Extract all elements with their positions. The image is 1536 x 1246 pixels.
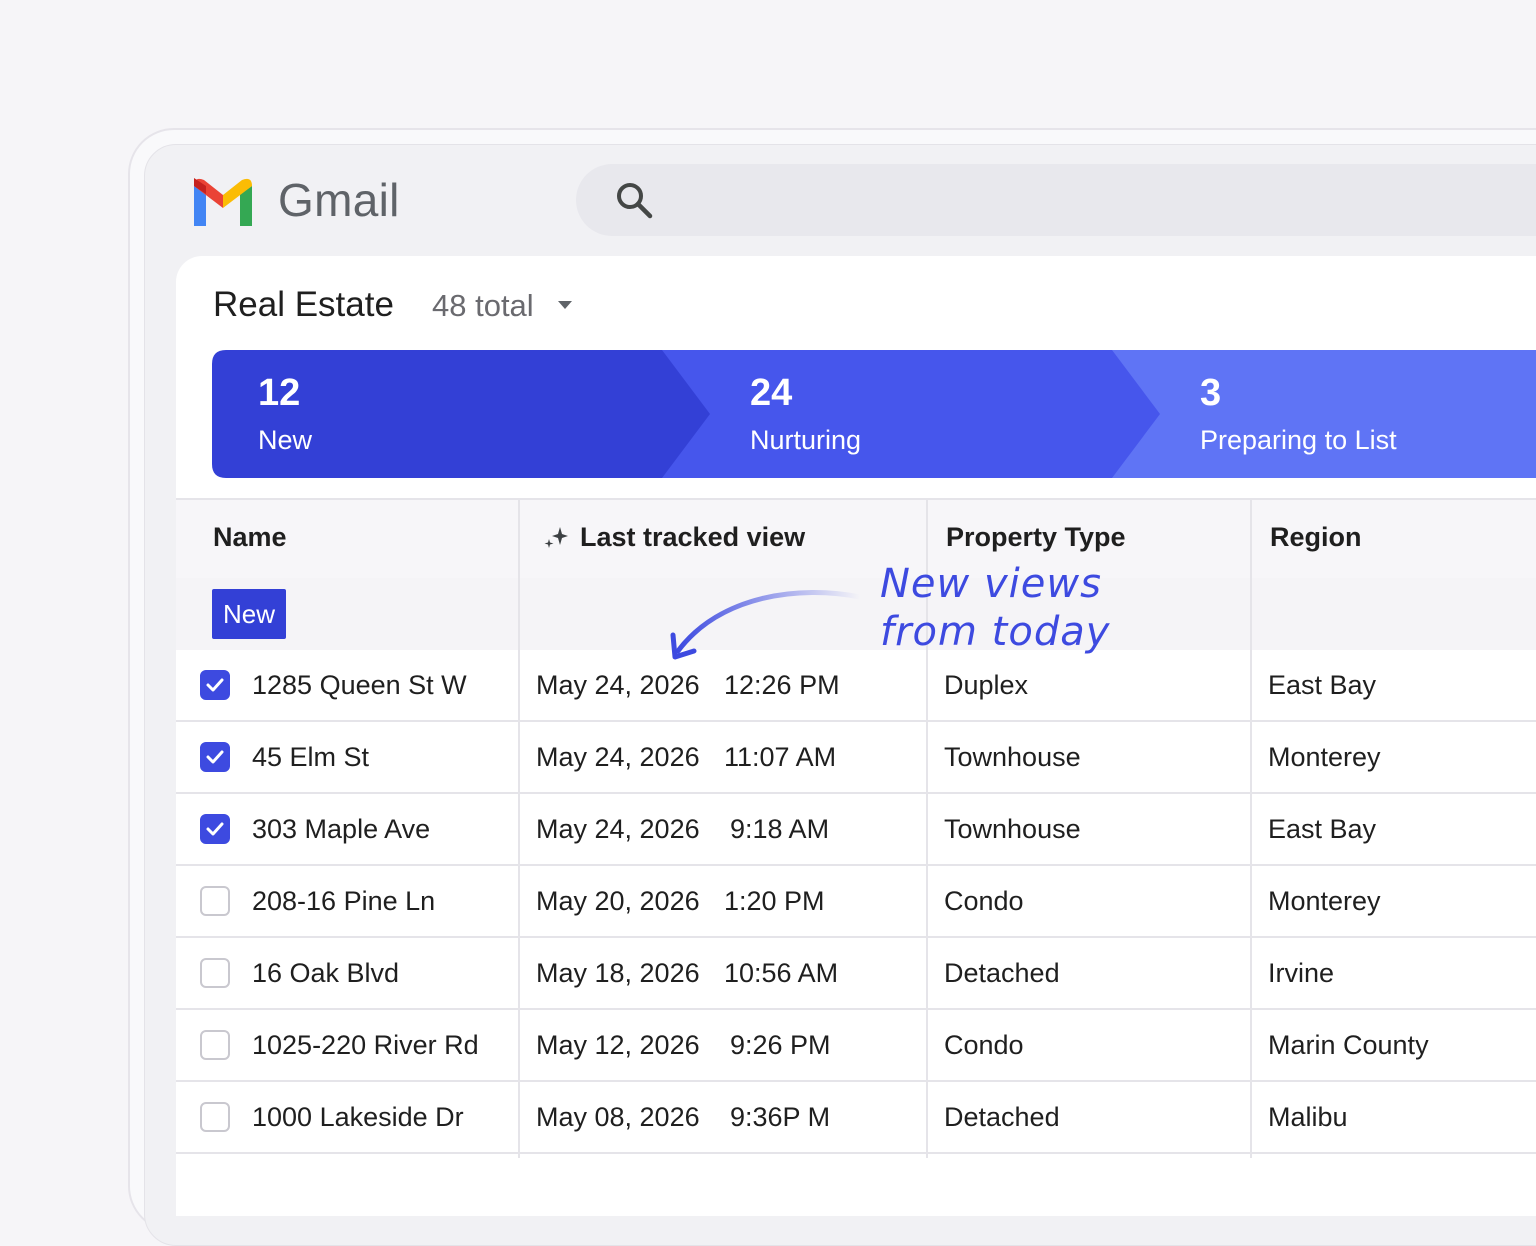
gmail-logo-icon[interactable] <box>190 174 256 226</box>
row-checkbox[interactable] <box>200 670 230 700</box>
table-row[interactable]: 208-16 Pine Ln May 20, 2026 1:20 PM Condo Mo… <box>176 866 1536 938</box>
stage-label: Preparing to List <box>1200 425 1397 455</box>
search-icon <box>617 183 653 219</box>
table-row[interactable]: 45 Elm St May 24, 2026 11:07 AM Townhouse Mo… <box>176 722 1536 794</box>
app-name: Gmail <box>278 174 400 226</box>
checkmark-icon <box>206 750 224 764</box>
cell-property-type: Duplex <box>944 670 1029 700</box>
cell-time: 10:56 AM <box>724 958 839 988</box>
annotation-line-2: from today <box>880 609 1111 655</box>
cell-date: May 18, 2026 <box>536 958 700 988</box>
stage-count: 3 <box>1200 372 1222 414</box>
stage-preparing-shape <box>1112 350 1536 478</box>
cell-region: Monterey <box>1268 886 1381 916</box>
sparkle-icon <box>544 527 568 548</box>
column-divider <box>518 498 520 1158</box>
cell-property-type: Townhouse <box>944 742 1081 772</box>
table-row[interactable]: 1000 Lakeside Dr May 08, 2026 9:36P M Detac… <box>176 1082 1536 1154</box>
chevron-down-icon[interactable] <box>556 299 574 311</box>
annotation-arrow-icon <box>670 590 863 660</box>
column-divider <box>1250 498 1252 1158</box>
checkmark-icon <box>206 822 224 836</box>
cell-name: 16 Oak Blvd <box>252 958 400 988</box>
cell-time: 9:18 AM <box>730 814 830 844</box>
cell-name: 1285 Queen St W <box>252 670 467 700</box>
row-checkbox[interactable] <box>200 886 230 916</box>
annotation-line-1: New views <box>880 561 1102 607</box>
cell-property-type: Condo <box>944 1030 1024 1060</box>
cell-region: Marin County <box>1268 1030 1429 1060</box>
stage-label: Nurturing <box>750 425 862 455</box>
cell-region: East Bay <box>1268 814 1377 844</box>
cell-time: 1:20 PM <box>724 886 825 916</box>
cell-time: 9:36P M <box>730 1102 831 1132</box>
stage-label: New <box>258 425 313 455</box>
row-checkbox[interactable] <box>200 1102 230 1132</box>
column-header-property-type[interactable]: Property Type <box>946 518 1126 556</box>
cell-time: 11:07 AM <box>724 742 837 772</box>
cell-date: May 12, 2026 <box>536 1030 700 1060</box>
row-checkbox[interactable] <box>200 742 230 772</box>
cell-name: 45 Elm St <box>252 742 370 772</box>
stage-count: 24 <box>750 372 793 414</box>
row-checkbox[interactable] <box>200 814 230 844</box>
cell-property-type: Townhouse <box>944 814 1081 844</box>
column-header-name[interactable]: Name <box>213 518 287 556</box>
cell-property-type: Detached <box>944 958 1060 988</box>
cell-region: Irvine <box>1268 958 1335 988</box>
cell-time: 12:26 PM <box>724 670 840 700</box>
cell-date: May 24, 2026 <box>536 742 700 772</box>
cell-date: May 24, 2026 <box>536 814 700 844</box>
row-checkbox[interactable] <box>200 958 230 988</box>
search-bar[interactable] <box>576 164 1536 236</box>
checkmark-icon <box>206 678 224 692</box>
column-header-region[interactable]: Region <box>1270 518 1362 556</box>
table-row[interactable]: 1025-220 River Rd May 12, 2026 9:26 PM Cond… <box>176 1010 1536 1082</box>
cell-name: 303 Maple Ave <box>252 814 431 844</box>
cell-date: May 08, 2026 <box>536 1102 700 1132</box>
cell-date: May 20, 2026 <box>536 886 700 916</box>
cell-name: 1000 Lakeside Dr <box>252 1102 464 1132</box>
cell-name: 208-16 Pine Ln <box>252 886 436 916</box>
stage-nurturing-shape <box>662 350 1160 478</box>
cell-region: Malibu <box>1268 1102 1348 1132</box>
cell-name: 1025-220 River Rd <box>252 1030 479 1060</box>
cell-property-type: Detached <box>944 1102 1060 1132</box>
page-title: Real Estate <box>213 285 394 324</box>
cell-property-type: Condo <box>944 886 1024 916</box>
pipeline-bar: 12 New 24 Nurturing 3 Preparing to List <box>212 350 1536 478</box>
cell-date: May 24, 2026 <box>536 670 700 700</box>
table-row[interactable]: 303 Maple Ave May 24, 2026 9:18 AM Townhous… <box>176 794 1536 866</box>
group-badge: New <box>212 589 286 639</box>
stage-count: 12 <box>258 372 301 414</box>
cell-region: Monterey <box>1268 742 1381 772</box>
row-checkbox[interactable] <box>200 1030 230 1060</box>
total-count[interactable]: 48 total <box>432 285 534 327</box>
cell-time: 9:26 PM <box>730 1030 831 1060</box>
table-row[interactable]: 16 Oak Blvd May 18, 2026 10:56 AM Detached I… <box>176 938 1536 1010</box>
column-header-last-tracked-view[interactable]: Last tracked view <box>580 518 805 556</box>
cell-region: East Bay <box>1268 670 1377 700</box>
